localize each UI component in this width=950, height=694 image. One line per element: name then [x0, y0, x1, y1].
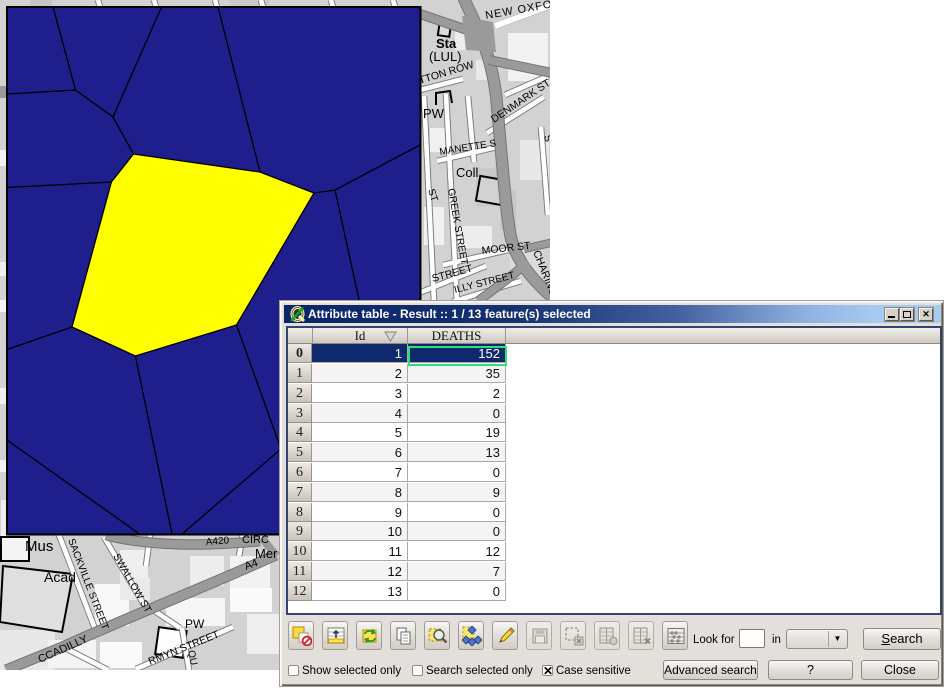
svg-text:Mer: Mer: [255, 546, 278, 561]
svg-text:Acad: Acad: [44, 569, 76, 585]
svg-text:CIRC: CIRC: [242, 534, 269, 546]
svg-text:PW: PW: [423, 106, 445, 121]
svg-text:Coll: Coll: [456, 165, 479, 180]
svg-text:A420: A420: [205, 535, 230, 548]
svg-text:PW: PW: [185, 617, 205, 631]
svg-text:(LUL): (LUL): [429, 49, 462, 64]
svg-text:Mus: Mus: [25, 538, 53, 555]
